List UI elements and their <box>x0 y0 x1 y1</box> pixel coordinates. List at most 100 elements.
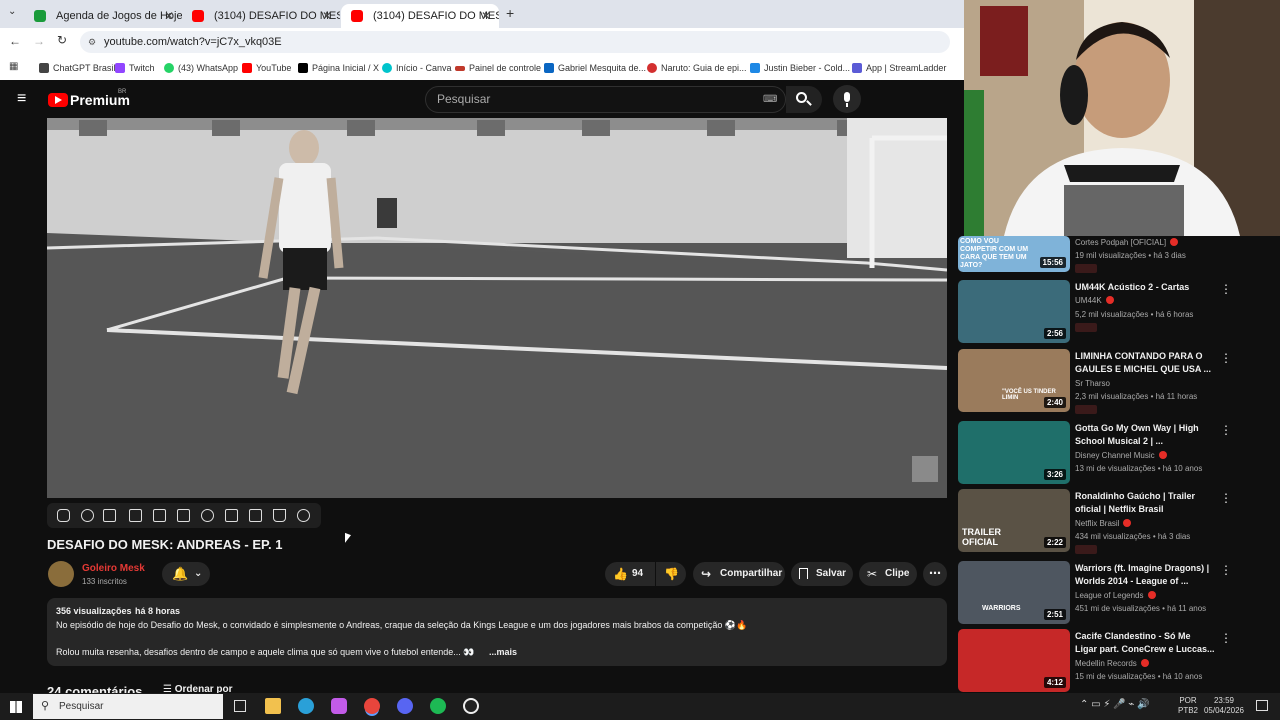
bookmark-twitch[interactable]: Twitch <box>115 62 155 74</box>
copilot-icon[interactable] <box>331 698 347 714</box>
theater-mode-icon[interactable] <box>177 509 190 522</box>
address-bar[interactable]: ⚙ youtube.com/watch?v=jC7x_vkq03E <box>80 31 950 53</box>
recommendation-item[interactable]: WARRIORS 2:51 Warriors (ft. Imagine Drag… <box>958 561 1278 625</box>
clock[interactable]: 23:59 05/04/2026 <box>1201 696 1247 716</box>
video-player[interactable] <box>47 118 947 498</box>
channel-avatar[interactable] <box>48 561 74 587</box>
more-vertical-icon[interactable]: ⋮ <box>1220 491 1232 505</box>
recommendation-title[interactable]: Warriors (ft. Imagine Dragons) | Worlds … <box>1075 562 1215 588</box>
search-button[interactable] <box>786 86 822 113</box>
description-box[interactable]: 356 visualizações há 8 horas No episódio… <box>47 598 947 666</box>
keyboard-icon[interactable]: ⌨ <box>763 87 777 112</box>
system-tray-icons[interactable]: ⌃ ▭ ⚡ 🎤 ⌁ 🔊 <box>1080 699 1150 710</box>
recommendation-title[interactable]: Cacife Clandestino - Só Me Ligar part. C… <box>1075 630 1215 656</box>
more-vertical-icon[interactable]: ⋮ <box>1220 631 1232 645</box>
player-extension-toolbar <box>47 503 321 528</box>
tab-youtube-2[interactable]: (3104) DESAFIO DO MESK: ANDREAS ✕ <box>341 4 499 28</box>
recommendation-item[interactable]: "VOCÊ US TINDER LIMIN 2:40 LIMINHA CONTA… <box>958 349 1278 414</box>
channel-name[interactable]: Goleiro Mesk <box>82 563 145 574</box>
video-thumbnail[interactable]: TRAILER OFICIAL 2:22 <box>958 489 1070 552</box>
verified-icon <box>1170 238 1179 246</box>
recommendation-item[interactable]: 2:56 UM44K Acústico 2 - Cartas UM44K 5,2… <box>958 280 1278 344</box>
search-input[interactable]: Pesquisar ⌨ <box>425 86 786 113</box>
tab-ge[interactable]: Agenda de Jogos de Hoje | ge ✕ <box>24 4 182 28</box>
bookmark-streamladder[interactable]: App | StreamLadder <box>852 62 946 74</box>
video-thumbnail[interactable]: 3:26 <box>958 421 1070 484</box>
tab-youtube-1[interactable]: (3104) DESAFIO DO MESK: ANDREAS ✕ <box>182 4 340 28</box>
youtube-icon <box>242 63 252 73</box>
more-vertical-icon[interactable]: ⋮ <box>1220 282 1232 296</box>
settings-gear-icon[interactable] <box>297 509 310 522</box>
video-thumbnail[interactable]: 4:12 <box>958 629 1070 692</box>
recommendation-item[interactable]: 4:12 Cacife Clandestino - Só Me Ligar pa… <box>958 629 1278 693</box>
more-actions-button[interactable]: ⋯ <box>923 562 947 586</box>
notifications-icon[interactable] <box>1256 700 1268 711</box>
tab-search-chevron-icon[interactable]: ⌄ <box>8 6 16 17</box>
video-thumbnail[interactable]: "VOCÊ US TINDER LIMIN 2:40 <box>958 349 1070 412</box>
like-button[interactable]: 👍 94 <box>605 562 655 586</box>
webcam-frame <box>964 0 1280 236</box>
video-thumbnail[interactable]: COMO VOU COMPETIR COM UM CARA QUE TEM UM… <box>958 236 1070 272</box>
reload-icon[interactable]: ↻ <box>57 33 67 47</box>
windows-taskbar: ⚲ Pesquisar ⌃ ▭ ⚡ 🎤 ⌁ 🔊 POR PTB2 23:59 05/… <box>0 693 1280 720</box>
video-thumbnail[interactable]: 2:56 <box>958 280 1070 343</box>
keyboard-icon[interactable] <box>249 509 262 522</box>
recommendation-item[interactable]: COMO VOU COMPETIR COM UM CARA QUE TEM UM… <box>958 236 1278 276</box>
menu-icon[interactable]: ≡ <box>17 90 26 108</box>
more-vertical-icon[interactable]: ⋮ <box>1220 351 1232 365</box>
broadcast-icon[interactable] <box>81 509 94 522</box>
recommendation-item[interactable]: TRAILER OFICIAL 2:22 Ronaldinho Gaúcho |… <box>958 489 1278 554</box>
new-tab-button[interactable]: + <box>506 5 514 21</box>
description-line-1: No episódio de hoje do Desafio do Mesk, … <box>56 620 748 630</box>
taskbar-search-input[interactable]: ⚲ Pesquisar <box>33 694 223 719</box>
recommendation-title[interactable]: UM44K Acústico 2 - Cartas <box>1075 281 1215 294</box>
forward-icon[interactable]: → <box>33 34 45 48</box>
show-more-link[interactable]: ...mais <box>489 647 517 657</box>
close-icon[interactable]: ✕ <box>164 6 174 26</box>
close-icon[interactable]: ✕ <box>322 6 332 26</box>
clapper-icon[interactable] <box>129 509 142 522</box>
clip-button[interactable]: ✂ Clipe <box>859 562 917 586</box>
close-icon[interactable]: ✕ <box>481 6 491 26</box>
obs-icon[interactable] <box>463 698 479 714</box>
spotify-icon[interactable] <box>430 698 446 714</box>
recommendation-title[interactable]: Gotta Go My Own Way | High School Musica… <box>1075 422 1215 448</box>
apps-grid-icon[interactable]: ▦ <box>9 61 18 72</box>
voice-search-button[interactable] <box>833 85 861 113</box>
chrome-icon[interactable] <box>364 698 380 714</box>
back-icon[interactable]: ← <box>9 34 21 48</box>
windows-start-icon[interactable] <box>10 701 22 713</box>
recommendation-channel: League of Legends <box>1075 591 1156 600</box>
bookmark-naruto[interactable]: Naruto: Guia de epi... <box>647 62 747 74</box>
more-vertical-icon[interactable]: ⋮ <box>1220 563 1232 577</box>
task-view-icon[interactable] <box>234 700 246 712</box>
screenshot-icon[interactable] <box>225 509 238 522</box>
bookmark-justin[interactable]: Justin Bieber - Cold... <box>750 62 850 74</box>
site-info-icon[interactable]: ⚙ <box>88 31 96 53</box>
bookmark-chatgpt[interactable]: ChatGPT Brasil <box>39 62 115 74</box>
picture-in-picture-icon[interactable] <box>153 509 166 522</box>
bookmark-linkedin[interactable]: Gabriel Mesquita de... <box>544 62 646 74</box>
bookmark-canva[interactable]: Início - Canva <box>382 62 452 74</box>
flask-icon[interactable] <box>273 509 286 522</box>
recommendation-item[interactable]: 3:26 Gotta Go My Own Way | High School M… <box>958 421 1278 485</box>
save-button[interactable]: Salvar <box>791 562 853 586</box>
recommendation-title[interactable]: LIMINHA CONTANDO PARA O GAULES E MICHEL … <box>1075 350 1215 376</box>
recommendation-title[interactable]: Ronaldinho Gaúcho | Trailer oficial | Ne… <box>1075 490 1215 516</box>
bookmark-whatsapp[interactable]: (43) WhatsApp <box>164 62 238 74</box>
bookmark-youtube[interactable]: YouTube <box>242 62 291 74</box>
discord-icon[interactable] <box>397 698 413 714</box>
speed-icon[interactable] <box>201 509 214 522</box>
share-button[interactable]: ↪ Compartilhar <box>693 562 785 586</box>
language-indicator[interactable]: POR PTB2 <box>1178 696 1198 716</box>
playlist-icon[interactable] <box>103 509 116 522</box>
video-thumbnail[interactable]: WARRIORS 2:51 <box>958 561 1070 624</box>
bookmark-x[interactable]: Página Inicial / X <box>298 62 379 74</box>
dislike-button[interactable]: 👎 <box>656 562 686 586</box>
subscription-bell-button[interactable]: 🔔 ⌄ <box>162 562 210 586</box>
bookmark-painel[interactable]: Painel de controle <box>455 62 541 74</box>
file-explorer-icon[interactable] <box>265 698 281 714</box>
loop-icon[interactable] <box>57 509 70 522</box>
edge-icon[interactable] <box>298 698 314 714</box>
more-vertical-icon[interactable]: ⋮ <box>1220 423 1232 437</box>
